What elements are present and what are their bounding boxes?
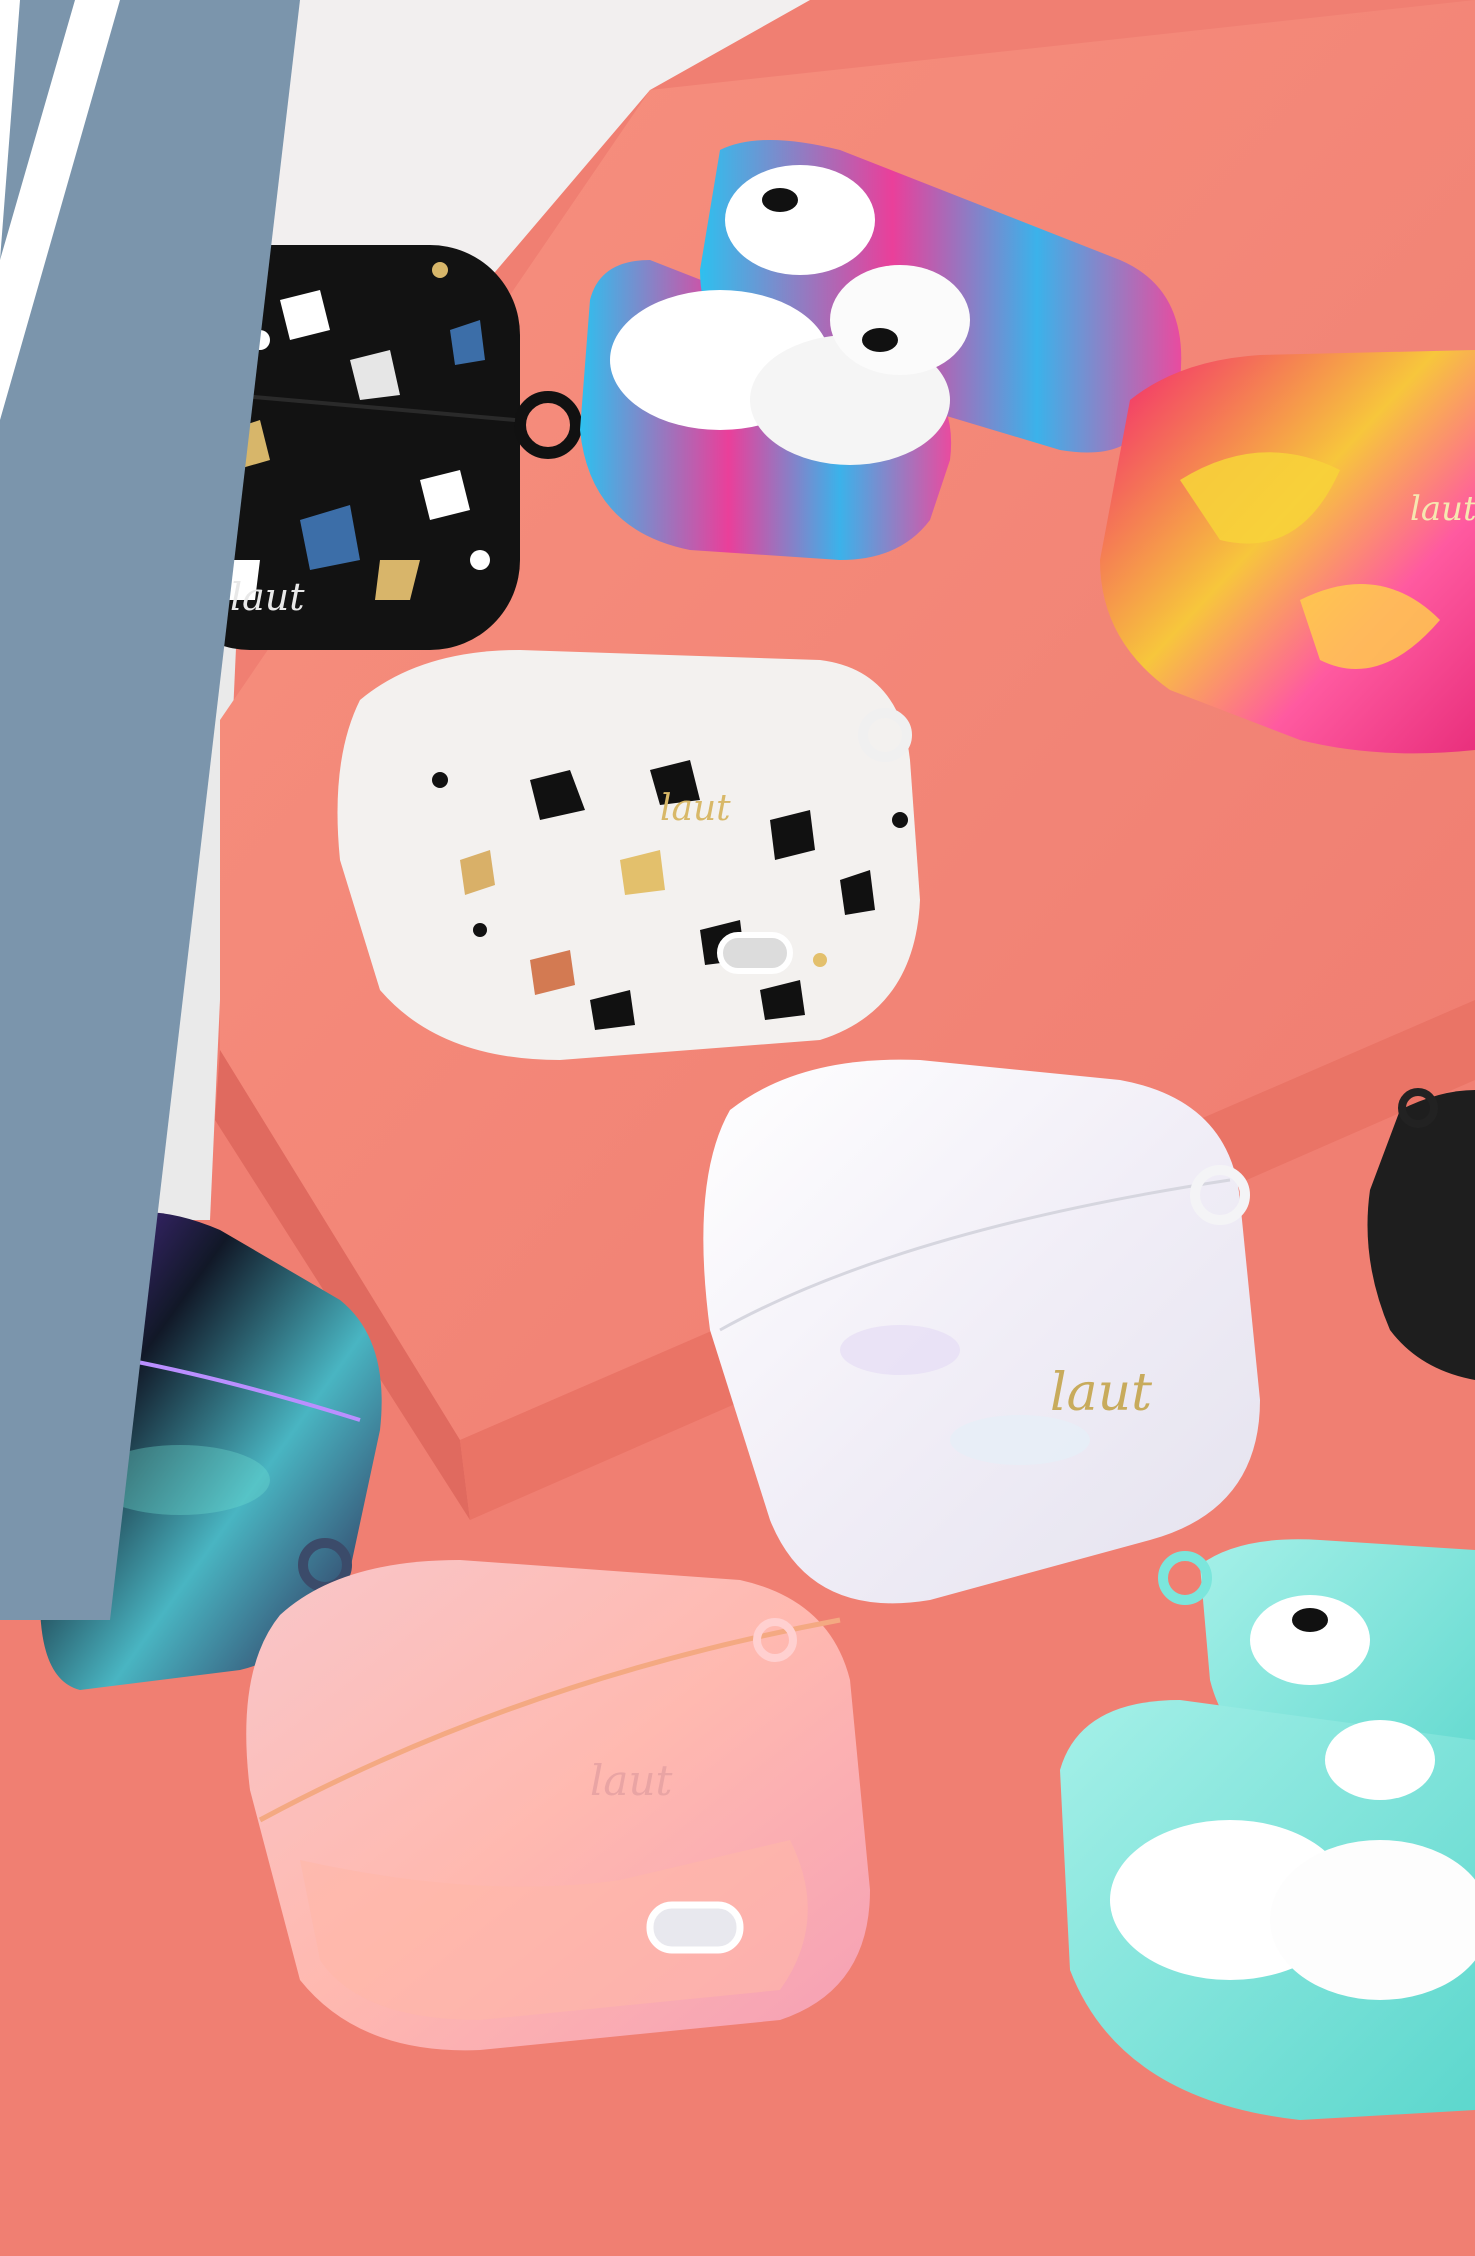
- white-terrazzo-logo: laut: [660, 788, 731, 829]
- white-terrazzo-case: laut: [337, 650, 920, 1060]
- black-case-logo: laut: [230, 575, 305, 619]
- product-photo: laut laut laut laut laut: [0, 0, 1475, 2256]
- product-scene: laut laut laut laut laut: [0, 0, 1475, 2256]
- pearl-white-case: laut: [703, 1059, 1260, 1604]
- pink-dye-case-logo: laut: [1410, 489, 1475, 529]
- pink-holographic-case: laut: [246, 1560, 870, 2051]
- pink-case-logo: laut: [590, 1756, 673, 1805]
- pearl-case-logo: laut: [1050, 1363, 1152, 1423]
